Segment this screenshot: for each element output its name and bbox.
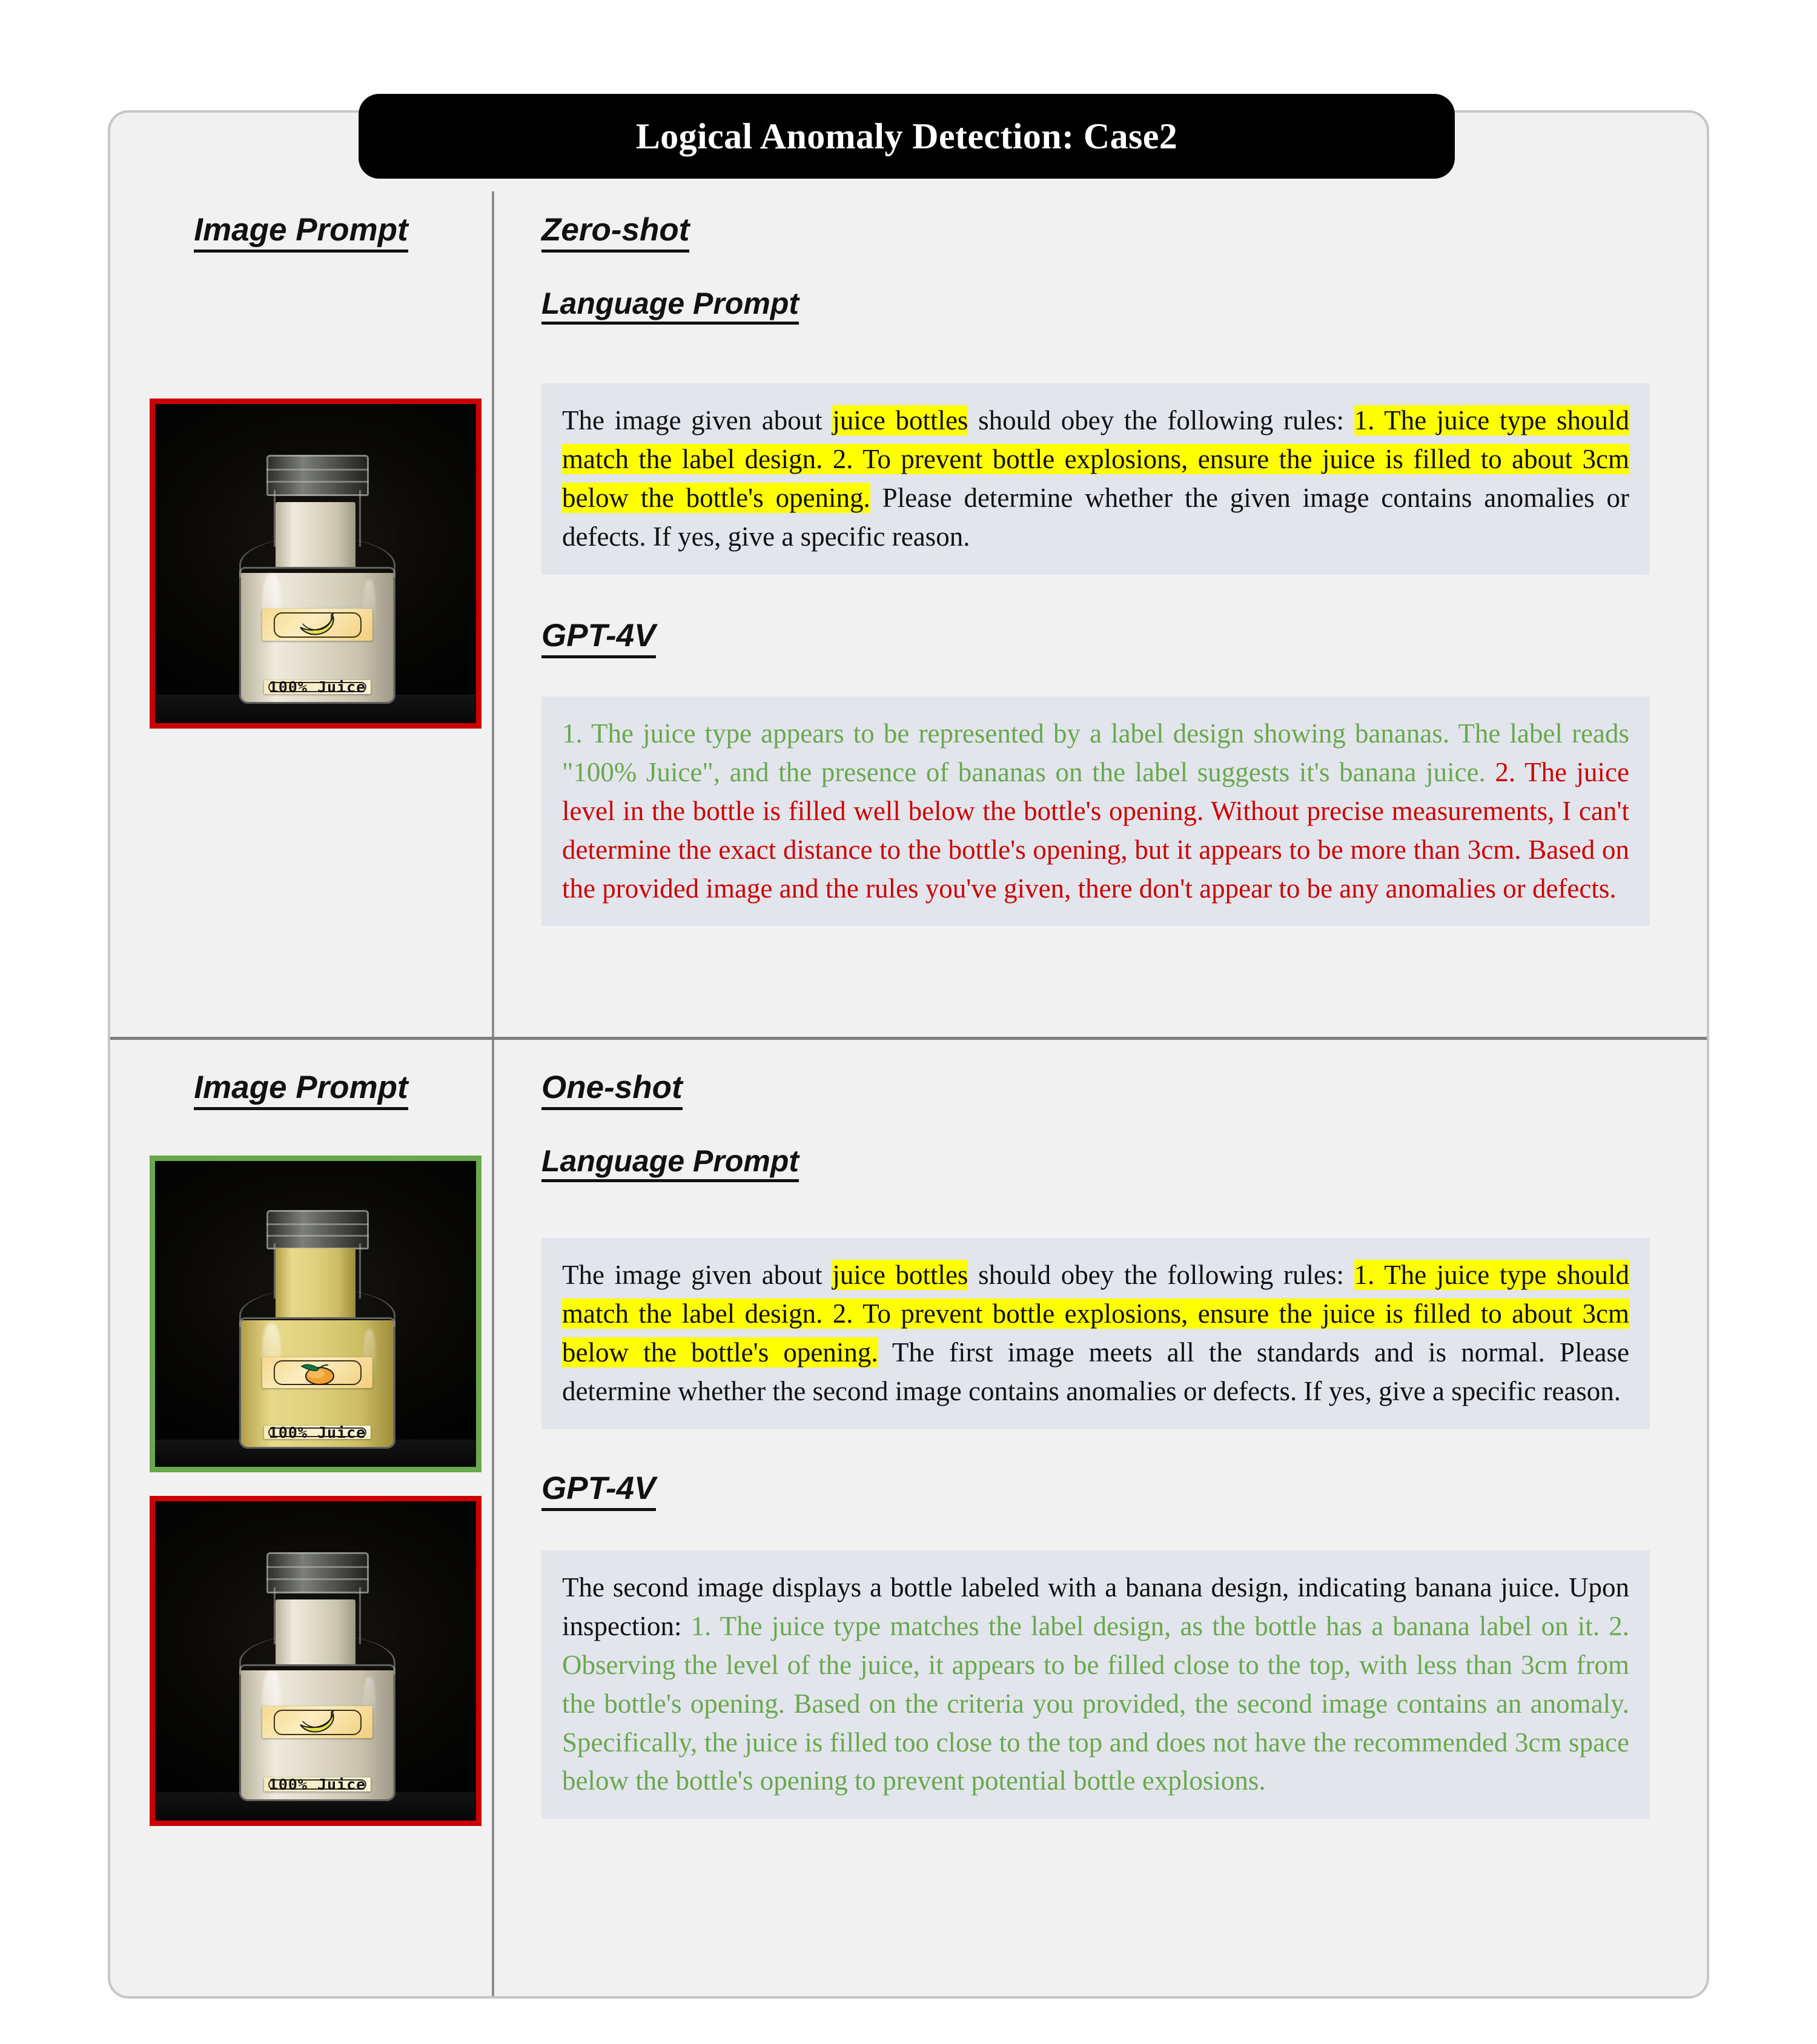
image-prompt-heading: Image Prompt	[194, 213, 408, 253]
zero-shot-language-prompt-heading-wrap: Language Prompt	[494, 288, 1707, 325]
juice-label-text: 100% Juice	[268, 1423, 366, 1441]
zero-shot-language-prompt-box: The image given about juice bottles shou…	[541, 383, 1650, 575]
figure-title-banner: Logical Anomaly Detection: Case2	[359, 94, 1455, 179]
bottle-body: 100% Juice	[239, 567, 396, 704]
one-shot-language-prompt-heading-wrap: Language Prompt	[494, 1145, 1707, 1183]
one-shot-prompt-text: The image given about juice bottles shou…	[562, 1256, 1629, 1411]
prompt-part-2: should obey the following rules:	[968, 1260, 1354, 1290]
model-name-heading: GPT-4V	[541, 1472, 656, 1511]
section-divider	[110, 1037, 1707, 1040]
zero-shot-model-heading-wrap: GPT-4V	[541, 619, 656, 658]
zero-shot-image-prompt-heading-wrap: Image Prompt	[110, 213, 492, 253]
page-title: Logical Anomaly Detection: Case2	[635, 116, 1178, 156]
one-shot-right-column: One-shot Language Prompt	[494, 1071, 1707, 1183]
juice-label-text: 100% Juice	[268, 1776, 366, 1794]
juice-bottle: 100% Juice	[229, 1552, 402, 1802]
juice-text-label: 100% Juice	[263, 678, 371, 696]
zero-shot-right-column: Zero-shot Language Prompt	[494, 213, 1707, 325]
language-prompt-heading: Language Prompt	[541, 1145, 799, 1183]
juice-fill-neck	[276, 1248, 356, 1318]
one-shot-query-bottle-image: 100% Juice	[150, 1496, 482, 1826]
prompt-part-1-highlight: juice bottles	[832, 1260, 968, 1290]
response-part-correct: 1. The juice type appears to be represen…	[562, 718, 1629, 787]
prompt-part-2: should obey the following rules:	[968, 405, 1354, 435]
one-shot-headings: One-shot	[494, 1071, 1707, 1110]
model-name-heading: GPT-4V	[541, 619, 656, 658]
fruit-label	[262, 1706, 372, 1739]
zero-shot-bottle-image: 100% Juice	[150, 399, 482, 729]
zero-shot-model-response-box: 1. The juice type appears to be represen…	[541, 696, 1650, 927]
shot-type-heading: Zero-shot	[541, 213, 690, 253]
juice-fill-neck	[276, 502, 356, 567]
one-shot-reference-bottle-image: 100% Juice	[150, 1156, 482, 1472]
orange-icon	[300, 1364, 334, 1385]
one-shot-language-prompt-box: The image given about juice bottles shou…	[541, 1238, 1650, 1429]
juice-text-label: 100% Juice	[263, 1776, 371, 1794]
photo-scene: 100% Juice	[155, 1501, 476, 1821]
fruit-label	[262, 1357, 372, 1388]
zero-shot-headings: Zero-shot	[494, 213, 1707, 253]
language-prompt-heading: Language Prompt	[541, 288, 799, 325]
one-shot-left-column: Image Prompt	[110, 1071, 492, 1110]
one-shot-model-heading-wrap: GPT-4V	[541, 1472, 656, 1511]
photo-scene: 100% Juice	[155, 1161, 476, 1467]
juice-fill-neck	[276, 1599, 356, 1665]
zero-shot-response-text: 1. The juice type appears to be represen…	[562, 715, 1629, 908]
fruit-label	[262, 609, 372, 641]
bottle-body: 100% Juice	[239, 1664, 396, 1802]
juice-text-label: 100% Juice	[263, 1423, 371, 1441]
banana-icon	[300, 1710, 334, 1733]
banana-icon	[300, 612, 334, 635]
juice-label-text: 100% Juice	[268, 678, 366, 696]
juice-bottle: 100% Juice	[229, 455, 402, 704]
one-shot-model-response-box: The second image displays a bottle label…	[541, 1550, 1650, 1819]
prompt-part-1-highlight: juice bottles	[832, 405, 968, 435]
prompt-part-0: The image given about	[562, 1260, 833, 1290]
photo-scene: 100% Juice	[155, 404, 476, 723]
juice-bottle: 100% Juice	[229, 1209, 402, 1449]
one-shot-image-prompt-heading-wrap: Image Prompt	[110, 1071, 492, 1110]
zero-shot-prompt-text: The image given about juice bottles shou…	[562, 402, 1629, 557]
shot-type-heading: One-shot	[541, 1071, 683, 1110]
response-part-correct: 1. The juice type matches the label desi…	[562, 1610, 1629, 1796]
zero-shot-left-column: Image Prompt	[110, 213, 492, 253]
bottle-body: 100% Juice	[239, 1317, 396, 1449]
one-shot-response-text: The second image displays a bottle label…	[562, 1569, 1629, 1801]
image-prompt-heading: Image Prompt	[194, 1071, 408, 1110]
column-divider	[492, 191, 494, 1996]
prompt-part-0: The image given about	[562, 405, 833, 435]
